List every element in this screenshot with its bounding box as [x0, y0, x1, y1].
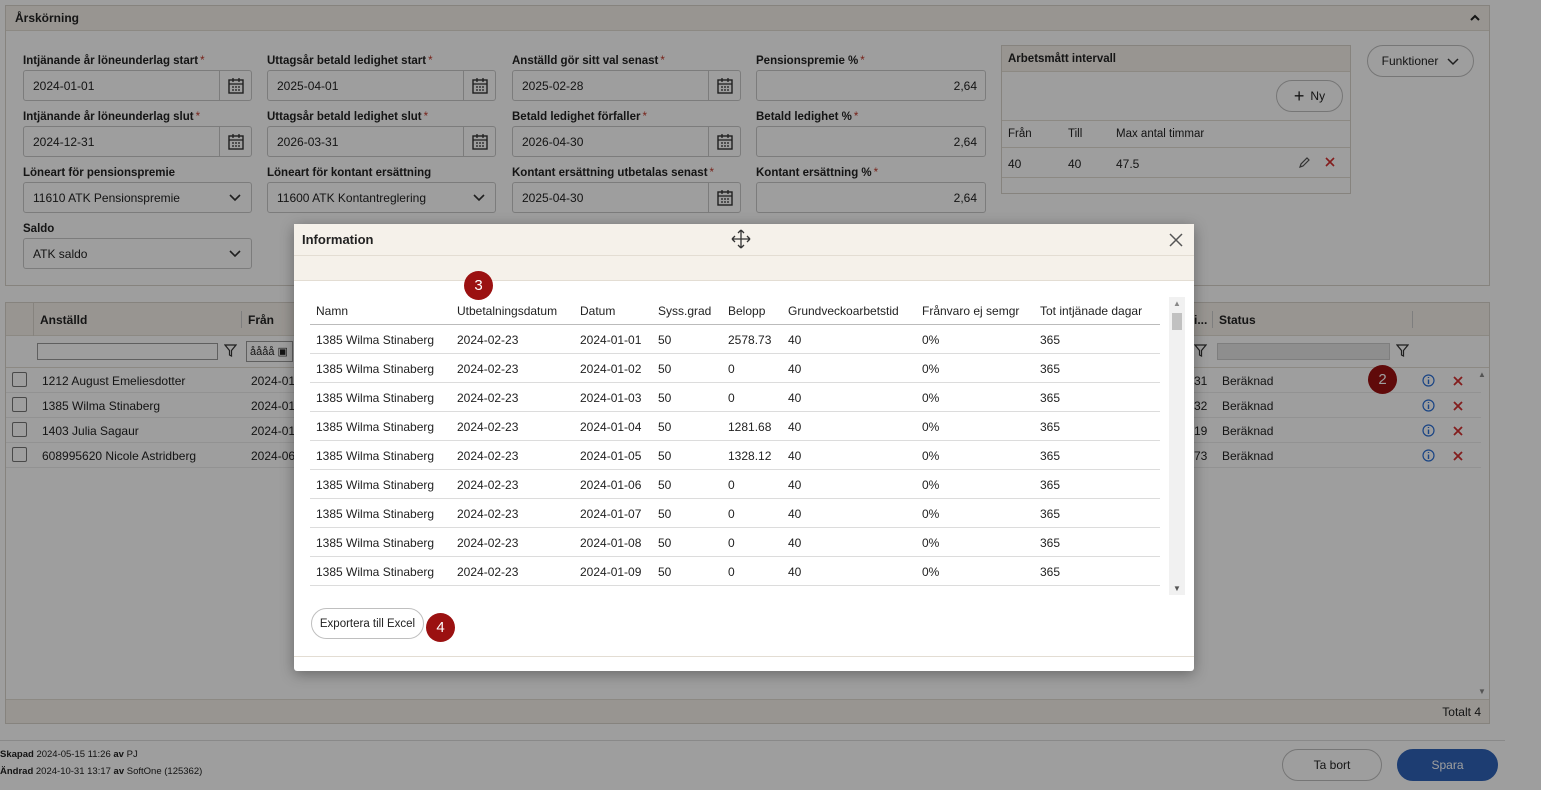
col-name[interactable]: Namn [316, 304, 348, 318]
move-icon[interactable] [730, 228, 752, 250]
col-absence[interactable]: Frånvaro ej semgr [922, 304, 1019, 318]
dialog-header[interactable]: Information [294, 224, 1194, 256]
scroll-up-icon[interactable]: ▲ [1173, 299, 1181, 308]
information-table: Namn Utbetalningsdatum Datum Syss.grad B… [310, 297, 1160, 595]
annotation-badge-3: 3 [464, 271, 493, 300]
dialog-footer-divider [294, 656, 1194, 657]
col-date[interactable]: Datum [580, 304, 615, 318]
export-excel-button[interactable]: Exportera till Excel [311, 608, 424, 639]
dialog-subheader [294, 256, 1194, 281]
col-total-days[interactable]: Tot intjänade dagar [1040, 304, 1142, 318]
table-row[interactable]: 1385 Wilma Stinaberg 2024-02-23 2024-01-01… [310, 325, 1160, 354]
table-row[interactable]: 1385 Wilma Stinaberg 2024-02-23 2024-01-02… [310, 354, 1160, 383]
table-header-row: Namn Utbetalningsdatum Datum Syss.grad B… [310, 297, 1160, 325]
table-row[interactable]: 1385 Wilma Stinaberg 2024-02-23 2024-01-03… [310, 383, 1160, 412]
table-row[interactable]: 1385 Wilma Stinaberg 2024-02-23 2024-01-08… [310, 528, 1160, 557]
table-row[interactable]: 1385 Wilma Stinaberg 2024-02-23 2024-01-05… [310, 441, 1160, 470]
annotation-badge-4: 4 [426, 613, 455, 642]
information-dialog: Information Namn Utbetalningsdatum Datum… [294, 224, 1194, 671]
col-base-weekly-hours[interactable]: Grundveckoarbetstid [788, 304, 899, 318]
dialog-title: Information [302, 232, 374, 247]
col-employment-rate[interactable]: Syss.grad [658, 304, 711, 318]
table-row[interactable]: 1385 Wilma Stinaberg 2024-02-23 2024-01-04… [310, 412, 1160, 441]
table-row[interactable]: 1385 Wilma Stinaberg 2024-02-23 2024-01-07… [310, 499, 1160, 528]
table-row[interactable]: 1385 Wilma Stinaberg 2024-02-23 2024-01-09… [310, 557, 1160, 586]
dialog-scrollbar[interactable]: ▲ ▼ [1169, 297, 1185, 595]
scroll-thumb[interactable] [1172, 313, 1182, 330]
scroll-down-icon[interactable]: ▼ [1173, 584, 1181, 593]
table-row[interactable]: 1385 Wilma Stinaberg 2024-02-23 2024-01-06… [310, 470, 1160, 499]
close-icon[interactable] [1169, 233, 1183, 247]
col-amount[interactable]: Belopp [728, 304, 765, 318]
col-payout-date[interactable]: Utbetalningsdatum [457, 304, 557, 318]
